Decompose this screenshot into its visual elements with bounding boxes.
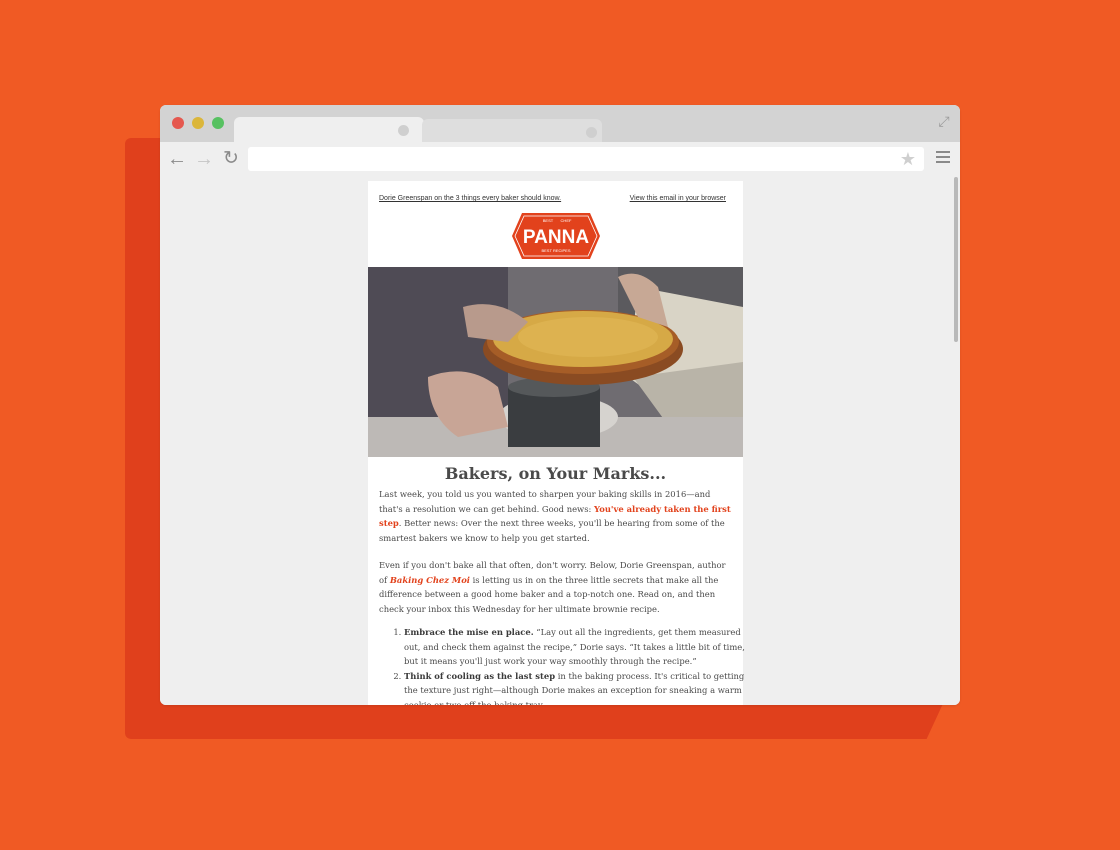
logo-wordmark: PANNA <box>523 227 589 248</box>
email-body: Dorie Greenspan on the 3 things every ba… <box>368 181 745 705</box>
page-viewport: Dorie Greenspan on the 3 things every ba… <box>160 177 960 705</box>
menu-icon[interactable] <box>936 151 950 166</box>
list-item-title: Embrace the mise en place. <box>404 627 534 637</box>
expand-icon[interactable]: ⤢ <box>936 113 952 129</box>
paragraph-1: Last week, you told us you wanted to sha… <box>379 487 734 545</box>
close-window-button[interactable] <box>172 117 184 129</box>
browser-window: ⤢ ← → ↻ ★ Dorie Greenspan on the 3 thing… <box>160 105 960 705</box>
paragraph-1-text-end: . Better news: Over the next three weeks… <box>379 518 725 543</box>
tips-list: Embrace the mise en place. “Lay out all … <box>379 625 759 705</box>
list-item: Embrace the mise en place. “Lay out all … <box>404 625 759 669</box>
logo-tag-bottom: BEST RECIPES <box>541 248 570 253</box>
scrollbar[interactable] <box>954 177 958 342</box>
paragraph-2: Even if you don't bake all that often, d… <box>379 558 734 616</box>
hero-image-tart <box>368 267 743 457</box>
view-in-browser-link[interactable]: View this email in your browser <box>630 195 726 202</box>
reload-icon[interactable]: ↻ <box>220 148 242 170</box>
maximize-window-button[interactable] <box>212 117 224 129</box>
preheader-link[interactable]: Dorie Greenspan on the 3 things every ba… <box>379 195 561 202</box>
list-item: Think of cooling as the last step in the… <box>404 669 759 706</box>
panna-logo[interactable]: BEST CHEF PANNA BEST RECIPES <box>510 209 602 263</box>
bookmark-star-icon[interactable]: ★ <box>900 149 916 169</box>
list-item-title: Think of cooling as the last step <box>404 670 556 681</box>
email-headline: Bakers, on Your Marks... <box>444 464 667 483</box>
back-arrow-icon[interactable]: ← <box>166 148 188 170</box>
title-bar: ⤢ <box>160 105 960 145</box>
tab-close-icon[interactable] <box>398 125 409 136</box>
tab-close-icon[interactable] <box>586 127 597 138</box>
logo-tag-left: BEST <box>543 218 554 223</box>
minimize-window-button[interactable] <box>192 117 204 129</box>
browser-toolbar: ← → ↻ ★ <box>160 142 960 177</box>
logo-tag-right: CHEF <box>561 218 572 223</box>
tab-active[interactable] <box>234 117 424 143</box>
book-link[interactable]: Baking Chez Moi <box>390 575 470 585</box>
address-bar[interactable]: ★ <box>248 147 924 171</box>
forward-arrow-icon[interactable]: → <box>193 148 215 170</box>
